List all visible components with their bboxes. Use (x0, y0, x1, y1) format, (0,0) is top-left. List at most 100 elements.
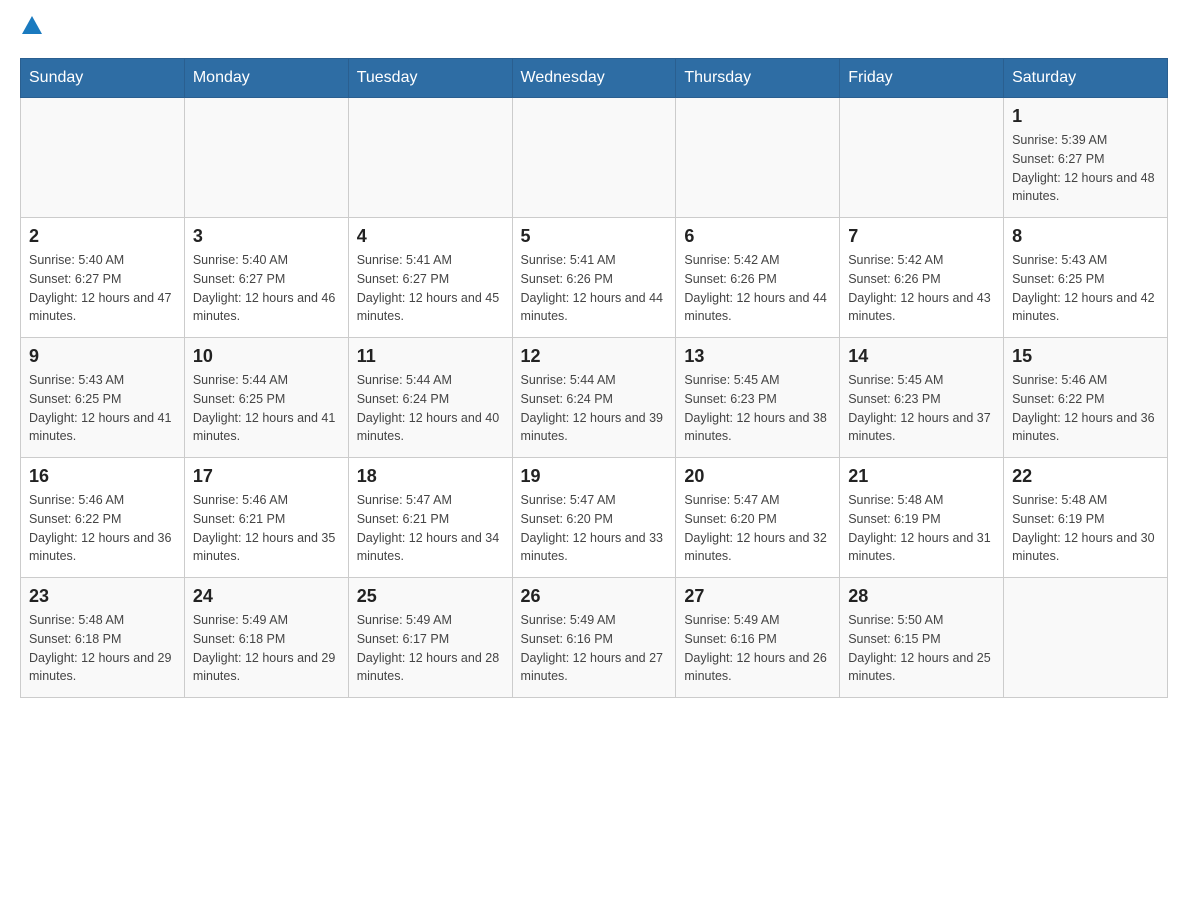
calendar-cell: 5Sunrise: 5:41 AMSunset: 6:26 PMDaylight… (512, 218, 676, 338)
day-info: Sunrise: 5:46 AMSunset: 6:21 PMDaylight:… (193, 493, 335, 563)
calendar-cell: 25 Sunrise: 5:49 AMSunset: 6:17 PMDayligh… (348, 578, 512, 698)
calendar-cell: 24 Sunrise: 5:49 AMSunset: 6:18 PMDayligh… (184, 578, 348, 698)
day-number: 11 (357, 346, 504, 367)
day-info: Sunrise: 5:44 AMSunset: 6:24 PMDaylight:… (521, 373, 663, 443)
calendar-cell: 10Sunrise: 5:44 AMSunset: 6:25 PMDayligh… (184, 338, 348, 458)
day-number: 9 (29, 346, 176, 367)
day-number: 14 (848, 346, 995, 367)
calendar-cell: 26 Sunrise: 5:49 AMSunset: 6:16 PMDayligh… (512, 578, 676, 698)
day-info: Sunrise: 5:49 AMSunset: 6:17 PMDaylight:… (357, 613, 499, 683)
calendar-cell: 12Sunrise: 5:44 AMSunset: 6:24 PMDayligh… (512, 338, 676, 458)
day-info: Sunrise: 5:47 AMSunset: 6:20 PMDaylight:… (521, 493, 663, 563)
calendar-cell: 6 Sunrise: 5:42 AMSunset: 6:26 PMDaylight… (676, 218, 840, 338)
day-info: Sunrise: 5:50 AMSunset: 6:15 PMDaylight:… (848, 613, 990, 683)
day-header-thursday: Thursday (676, 59, 840, 98)
day-number: 15 (1012, 346, 1159, 367)
calendar-week-2: 2 Sunrise: 5:40 AMSunset: 6:27 PMDaylight… (21, 218, 1168, 338)
calendar-cell: 11 Sunrise: 5:44 AMSunset: 6:24 PMDayligh… (348, 338, 512, 458)
day-info: Sunrise: 5:44 AMSunset: 6:24 PMDaylight:… (357, 373, 499, 443)
day-number: 16 (29, 466, 176, 487)
calendar-cell: 28 Sunrise: 5:50 AMSunset: 6:15 PMDayligh… (840, 578, 1004, 698)
day-number: 18 (357, 466, 504, 487)
day-number: 23 (29, 586, 176, 607)
day-number: 20 (684, 466, 831, 487)
day-number: 8 (1012, 226, 1159, 247)
day-number: 22 (1012, 466, 1159, 487)
day-info: Sunrise: 5:41 AMSunset: 6:27 PMDaylight:… (357, 253, 499, 323)
calendar-cell: 14 Sunrise: 5:45 AMSunset: 6:23 PMDayligh… (840, 338, 1004, 458)
logo-triangle-icon (22, 16, 42, 34)
day-info: Sunrise: 5:48 AMSunset: 6:19 PMDaylight:… (848, 493, 990, 563)
day-header-friday: Friday (840, 59, 1004, 98)
day-info: Sunrise: 5:42 AMSunset: 6:26 PMDaylight:… (848, 253, 990, 323)
calendar-cell: 13 Sunrise: 5:45 AMSunset: 6:23 PMDayligh… (676, 338, 840, 458)
day-number: 10 (193, 346, 340, 367)
calendar-cell: 8 Sunrise: 5:43 AMSunset: 6:25 PMDaylight… (1004, 218, 1168, 338)
day-info: Sunrise: 5:48 AMSunset: 6:19 PMDaylight:… (1012, 493, 1154, 563)
day-number: 27 (684, 586, 831, 607)
calendar-cell: 7 Sunrise: 5:42 AMSunset: 6:26 PMDaylight… (840, 218, 1004, 338)
day-info: Sunrise: 5:46 AMSunset: 6:22 PMDaylight:… (29, 493, 171, 563)
page-header (20, 20, 1168, 38)
day-number: 1 (1012, 106, 1159, 127)
calendar-cell: 2 Sunrise: 5:40 AMSunset: 6:27 PMDaylight… (21, 218, 185, 338)
day-number: 21 (848, 466, 995, 487)
day-info: Sunrise: 5:39 AMSunset: 6:27 PMDaylight:… (1012, 133, 1154, 203)
calendar-cell: 27 Sunrise: 5:49 AMSunset: 6:16 PMDayligh… (676, 578, 840, 698)
calendar-week-1: 1 Sunrise: 5:39 AMSunset: 6:27 PMDaylight… (21, 98, 1168, 218)
logo (20, 20, 42, 38)
calendar-cell: 15 Sunrise: 5:46 AMSunset: 6:22 PMDayligh… (1004, 338, 1168, 458)
calendar-cell (676, 98, 840, 218)
day-number: 6 (684, 226, 831, 247)
day-info: Sunrise: 5:49 AMSunset: 6:16 PMDaylight:… (521, 613, 663, 683)
day-info: Sunrise: 5:41 AMSunset: 6:26 PMDaylight:… (521, 253, 663, 323)
calendar-cell: 4 Sunrise: 5:41 AMSunset: 6:27 PMDaylight… (348, 218, 512, 338)
day-header-monday: Monday (184, 59, 348, 98)
calendar-cell: 20 Sunrise: 5:47 AMSunset: 6:20 PMDayligh… (676, 458, 840, 578)
day-info: Sunrise: 5:47 AMSunset: 6:20 PMDaylight:… (684, 493, 826, 563)
calendar-cell (1004, 578, 1168, 698)
day-number: 7 (848, 226, 995, 247)
day-number: 13 (684, 346, 831, 367)
calendar-header-row: SundayMondayTuesdayWednesdayThursdayFrid… (21, 59, 1168, 98)
day-number: 28 (848, 586, 995, 607)
day-header-tuesday: Tuesday (348, 59, 512, 98)
day-number: 17 (193, 466, 340, 487)
calendar-cell (840, 98, 1004, 218)
calendar-cell: 3Sunrise: 5:40 AMSunset: 6:27 PMDaylight… (184, 218, 348, 338)
calendar-cell: 23 Sunrise: 5:48 AMSunset: 6:18 PMDayligh… (21, 578, 185, 698)
day-info: Sunrise: 5:49 AMSunset: 6:18 PMDaylight:… (193, 613, 335, 683)
calendar-cell (348, 98, 512, 218)
day-header-saturday: Saturday (1004, 59, 1168, 98)
day-number: 4 (357, 226, 504, 247)
day-info: Sunrise: 5:45 AMSunset: 6:23 PMDaylight:… (684, 373, 826, 443)
day-info: Sunrise: 5:46 AMSunset: 6:22 PMDaylight:… (1012, 373, 1154, 443)
day-info: Sunrise: 5:49 AMSunset: 6:16 PMDaylight:… (684, 613, 826, 683)
day-info: Sunrise: 5:47 AMSunset: 6:21 PMDaylight:… (357, 493, 499, 563)
calendar-cell: 16 Sunrise: 5:46 AMSunset: 6:22 PMDayligh… (21, 458, 185, 578)
calendar-week-3: 9 Sunrise: 5:43 AMSunset: 6:25 PMDaylight… (21, 338, 1168, 458)
calendar-cell: 1 Sunrise: 5:39 AMSunset: 6:27 PMDaylight… (1004, 98, 1168, 218)
calendar-cell: 18 Sunrise: 5:47 AMSunset: 6:21 PMDayligh… (348, 458, 512, 578)
day-info: Sunrise: 5:40 AMSunset: 6:27 PMDaylight:… (29, 253, 171, 323)
calendar-week-4: 16 Sunrise: 5:46 AMSunset: 6:22 PMDayligh… (21, 458, 1168, 578)
day-header-wednesday: Wednesday (512, 59, 676, 98)
day-number: 2 (29, 226, 176, 247)
day-number: 26 (521, 586, 668, 607)
calendar-cell (512, 98, 676, 218)
calendar-cell (21, 98, 185, 218)
calendar-cell: 21 Sunrise: 5:48 AMSunset: 6:19 PMDayligh… (840, 458, 1004, 578)
day-info: Sunrise: 5:48 AMSunset: 6:18 PMDaylight:… (29, 613, 171, 683)
calendar-table: SundayMondayTuesdayWednesdayThursdayFrid… (20, 58, 1168, 698)
day-info: Sunrise: 5:43 AMSunset: 6:25 PMDaylight:… (29, 373, 171, 443)
day-info: Sunrise: 5:40 AMSunset: 6:27 PMDaylight:… (193, 253, 335, 323)
calendar-cell (184, 98, 348, 218)
day-info: Sunrise: 5:45 AMSunset: 6:23 PMDaylight:… (848, 373, 990, 443)
calendar-cell: 22 Sunrise: 5:48 AMSunset: 6:19 PMDayligh… (1004, 458, 1168, 578)
day-info: Sunrise: 5:42 AMSunset: 6:26 PMDaylight:… (684, 253, 826, 323)
day-info: Sunrise: 5:43 AMSunset: 6:25 PMDaylight:… (1012, 253, 1154, 323)
calendar-cell: 19Sunrise: 5:47 AMSunset: 6:20 PMDayligh… (512, 458, 676, 578)
calendar-cell: 9 Sunrise: 5:43 AMSunset: 6:25 PMDaylight… (21, 338, 185, 458)
day-number: 25 (357, 586, 504, 607)
day-number: 24 (193, 586, 340, 607)
